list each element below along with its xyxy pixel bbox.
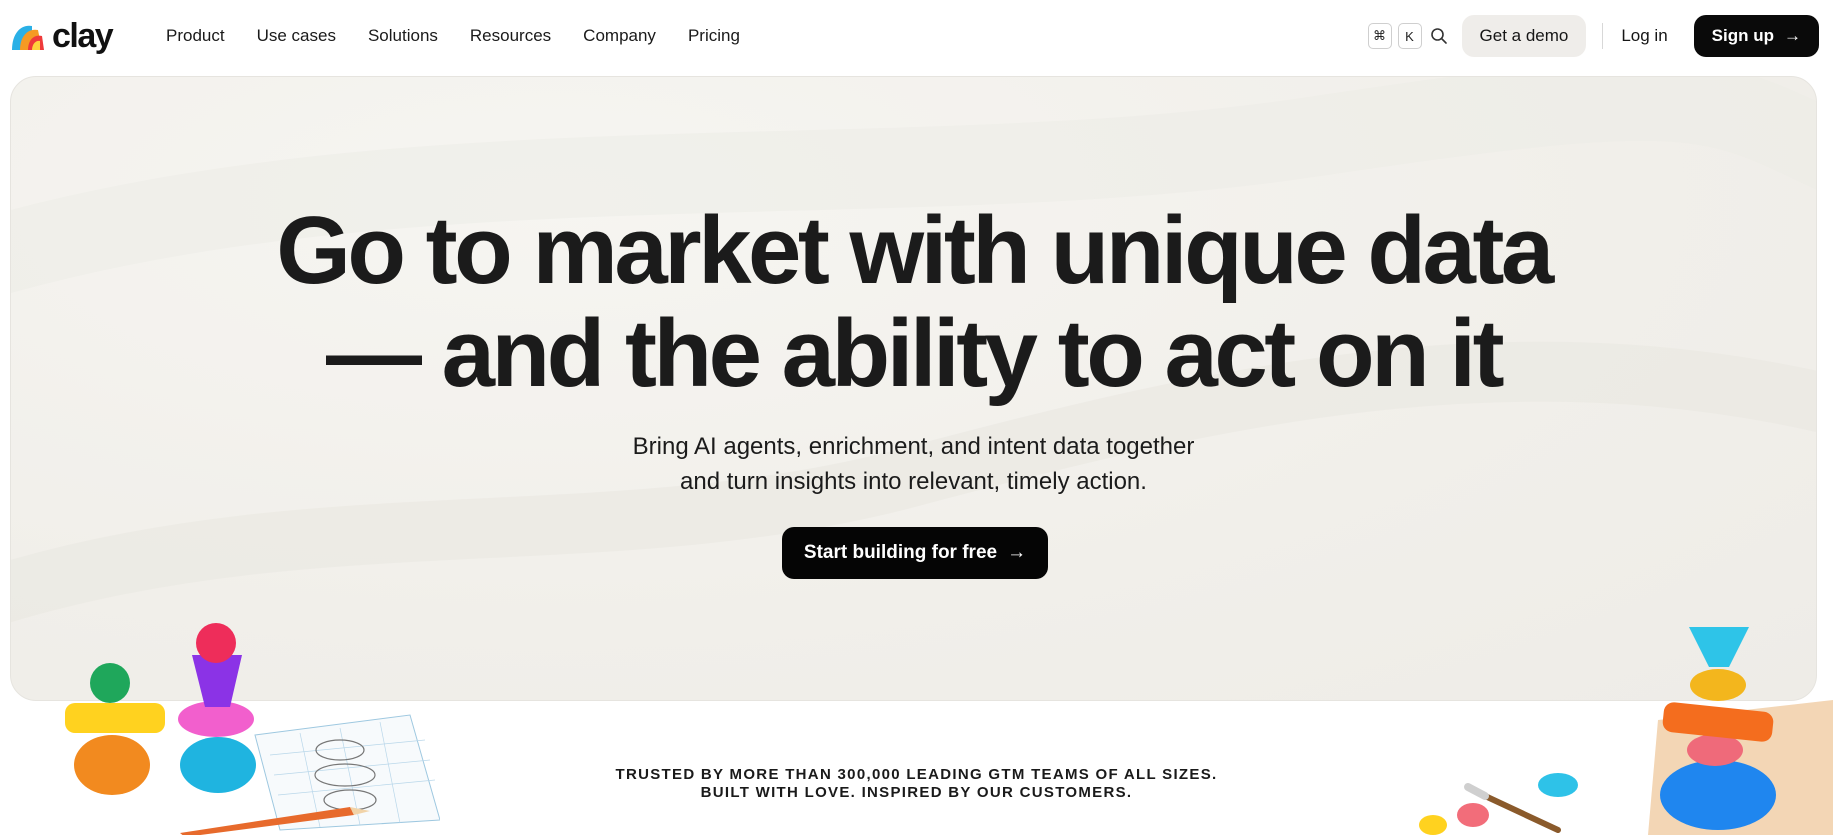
sign-up-label: Sign up <box>1711 26 1774 45</box>
trusted-statement: TRUSTED BY MORE THAN 300,000 LEADING GTM… <box>0 766 1833 802</box>
nav-product[interactable]: Product <box>166 25 225 47</box>
hero-title: Go to market with unique data — and the … <box>11 199 1816 405</box>
hero-subtitle-line-1: Bring AI agents, enrichment, and intent … <box>632 433 1195 460</box>
clay-logo-icon <box>12 25 44 50</box>
hero-title-line-1: Go to market with unique data <box>276 197 1554 304</box>
hero-subtitle: Bring AI agents, enrichment, and intent … <box>11 429 1816 499</box>
clay-logo[interactable]: clay <box>10 17 114 55</box>
nav-links: Product Use cases Solutions Resources Co… <box>166 25 772 47</box>
trusted-line-2: BUILT WITH LOVE. INSPIRED BY OUR CUSTOME… <box>700 784 1133 801</box>
nav-solutions[interactable]: Solutions <box>368 25 438 47</box>
log-in-button[interactable]: Log in <box>1621 26 1667 46</box>
top-navigation: clay Product Use cases Solutions Resourc… <box>0 0 1833 74</box>
nav-actions: ⌘ K Get a demo Log in Sign up → <box>1367 15 1819 57</box>
start-building-button[interactable]: Start building for free → <box>782 527 1048 579</box>
command-key[interactable]: ⌘ <box>1367 23 1392 49</box>
nav-company[interactable]: Company <box>583 25 656 47</box>
brand-name: clay <box>52 17 114 55</box>
arrow-right-icon: → <box>1007 542 1027 563</box>
nav-pricing[interactable]: Pricing <box>688 25 740 47</box>
hero-title-line-2: — and the ability to act on it <box>325 300 1505 407</box>
nav-resources[interactable]: Resources <box>470 25 551 47</box>
hero-subtitle-line-2: and turn insights into relevant, timely … <box>680 468 1147 495</box>
hero-section: Go to market with unique data — and the … <box>10 76 1817 701</box>
sign-up-button[interactable]: Sign up → <box>1693 15 1819 57</box>
clay-sculpture-right-illustration <box>1419 627 1833 835</box>
trusted-line-1: TRUSTED BY MORE THAN 300,000 LEADING GTM… <box>615 766 1218 783</box>
start-building-label: Start building for free <box>803 542 998 563</box>
k-key[interactable]: K <box>1397 23 1422 49</box>
get-demo-button[interactable]: Get a demo <box>1461 15 1587 57</box>
clay-sculpture-left-illustration <box>65 623 440 835</box>
arrow-right-icon: → <box>1784 26 1801 45</box>
search-icon[interactable] <box>1430 27 1448 45</box>
nav-use-cases[interactable]: Use cases <box>257 25 336 47</box>
nav-divider <box>1602 23 1604 49</box>
